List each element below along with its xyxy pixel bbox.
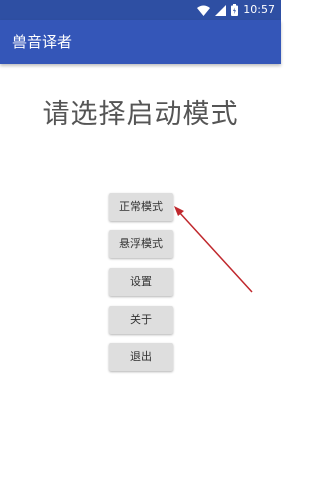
status-time: 10:57 — [243, 3, 275, 16]
app-title: 兽音译者 — [12, 33, 73, 51]
bottom-area — [0, 468, 281, 500]
battery-icon — [231, 4, 239, 16]
status-icons: 10:57 — [197, 0, 275, 20]
status-bar: 10:57 — [0, 0, 281, 20]
settings-button[interactable]: 设置 — [109, 268, 173, 296]
about-button[interactable]: 关于 — [109, 306, 173, 334]
app-bar: 兽音译者 — [0, 20, 281, 64]
normal-mode-button[interactable]: 正常模式 — [109, 193, 173, 221]
page-headline: 请选择启动模式 — [42, 99, 239, 130]
signal-icon — [215, 4, 227, 16]
wifi-icon — [197, 5, 211, 16]
exit-button[interactable]: 退出 — [109, 343, 173, 371]
floating-mode-button[interactable]: 悬浮模式 — [109, 230, 173, 258]
